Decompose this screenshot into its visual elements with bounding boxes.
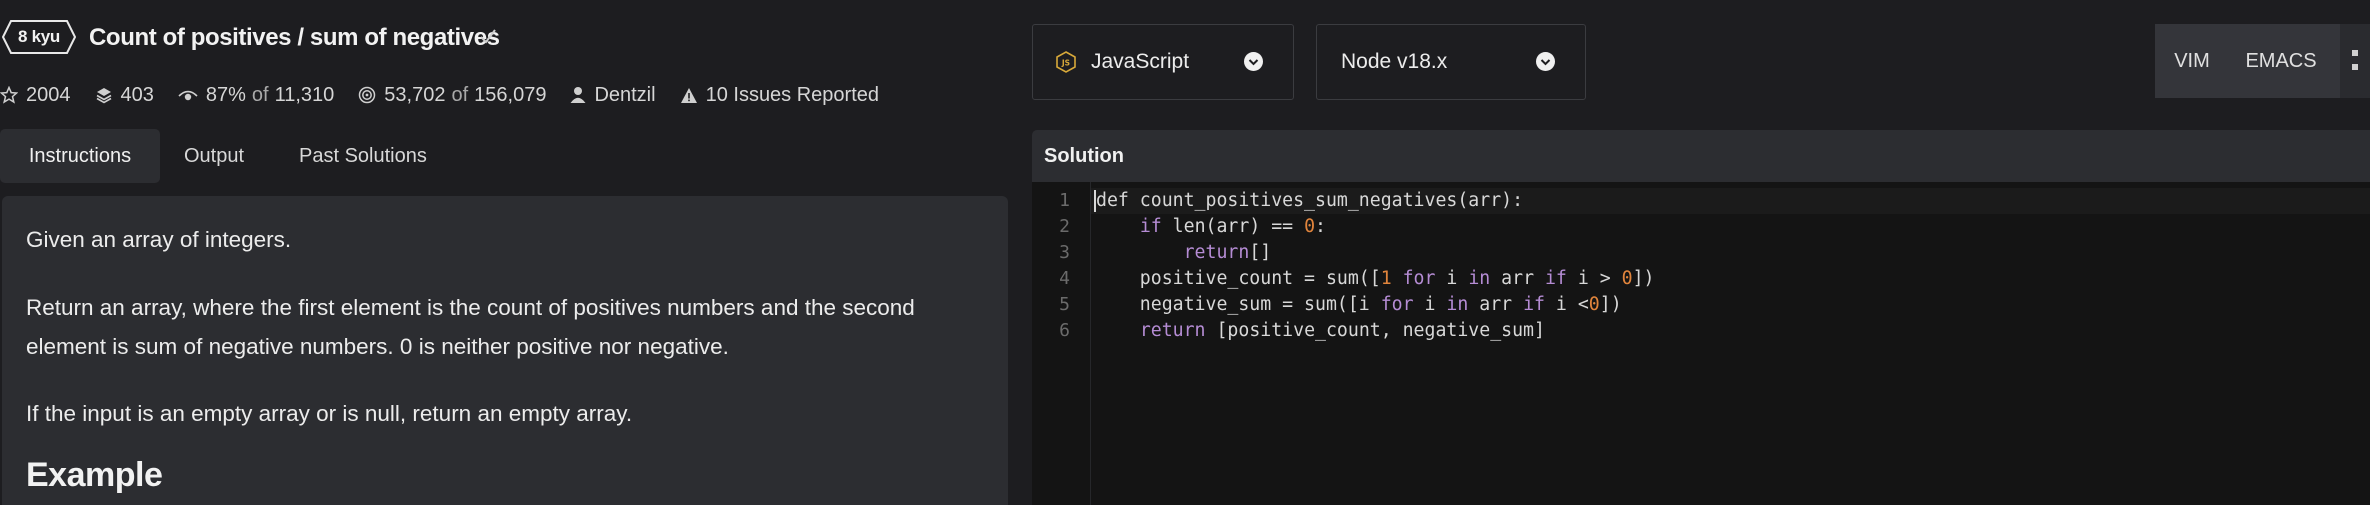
collections-count: 403 (120, 83, 154, 106)
satisfaction-votes: 11,310 (274, 83, 335, 106)
target-icon (359, 86, 376, 104)
code-token: arr (1490, 268, 1545, 289)
instructions-paragraph-3: If the input is an empty array or is nul… (26, 401, 633, 426)
issues-reported: 10 Issues Reported (705, 83, 880, 106)
author-name: Dentzil (594, 83, 656, 106)
code-line-2[interactable]: if len(arr) == 0: (1096, 214, 1326, 240)
code-token: len(arr) == (1161, 216, 1305, 237)
attempted-count: 156,079 (474, 83, 547, 106)
instructions-paragraph-1: Given an array of integers. (26, 227, 292, 252)
code-line-3[interactable]: return[] (1096, 240, 1272, 266)
kata-stats: 2004 403 87% of 11,310 53,702 of 156,079 (0, 80, 903, 110)
code-token: : (1315, 216, 1326, 237)
star-icon (0, 86, 18, 104)
completed-of: of (451, 83, 469, 106)
stat-author[interactable]: Dentzil (570, 83, 656, 107)
line-number: 5 (1059, 294, 1070, 315)
satisfaction-rate: 87% (205, 83, 246, 106)
code-token: if (1544, 268, 1567, 289)
language-select[interactable]: JS JavaScript (1032, 24, 1294, 100)
satisfaction-of: of (251, 83, 269, 106)
stat-completed: 53,702 of 156,079 (358, 84, 546, 107)
code-line-1[interactable]: def count_positives_sum_negatives(arr): (1096, 188, 1523, 214)
code-token: ]) (1632, 268, 1655, 289)
tab-instructions[interactable]: Instructions (0, 129, 160, 183)
runtime-value: Node v18.x (1341, 50, 1448, 73)
chevron-down-icon (1536, 52, 1555, 71)
code-token: ]) (1599, 294, 1622, 315)
code-token: i (1435, 268, 1469, 289)
line-number: 2 (1059, 216, 1070, 237)
code-token: for (1402, 268, 1436, 289)
code-line-5[interactable]: negative_sum = sum([i for i in arr if i … (1096, 292, 1622, 318)
code-token: 1 (1380, 268, 1392, 289)
code-token: in (1468, 268, 1491, 289)
more-options-button[interactable] (2340, 24, 2370, 98)
keybinding-toggle: VIM EMACS (2155, 24, 2370, 98)
javascript-icon: JS (1056, 51, 1076, 73)
rank-badge: 8 kyu (2, 20, 76, 54)
code-token: i > (1566, 268, 1622, 289)
solution-header: Solution (1032, 130, 2370, 182)
code-token: [positive_count, negative_sum] (1205, 320, 1545, 341)
stat-issues[interactable]: 10 Issues Reported (680, 84, 879, 107)
code-token: if (1523, 294, 1545, 315)
code-token: 0 (1304, 216, 1316, 237)
grid-icon (2352, 50, 2358, 70)
code-token: def count_positives_sum_negatives(arr): (1096, 190, 1524, 211)
code-line-6[interactable]: return [positive_count, negative_sum] (1096, 318, 1545, 344)
line-number: 3 (1059, 242, 1070, 263)
line-number: 6 (1059, 320, 1070, 341)
code-line-4[interactable]: positive_count = sum([1 for i in arr if … (1096, 266, 1655, 292)
eye-icon (178, 90, 198, 101)
tab-past-solutions[interactable]: Past Solutions (299, 129, 427, 183)
completed-count: 53,702 (384, 83, 446, 106)
stat-satisfaction: 87% of 11,310 (178, 84, 334, 107)
code-token: if (1139, 216, 1162, 237)
vim-button[interactable]: VIM (2155, 24, 2229, 98)
svg-text:JS: JS (1061, 59, 1070, 68)
code-token: return (1183, 242, 1250, 263)
warning-icon (680, 87, 697, 103)
code-token: [] (1249, 242, 1272, 263)
code-token: 0 (1621, 268, 1633, 289)
code-token: negative_sum = sum([i (1096, 294, 1381, 315)
emacs-button[interactable]: EMACS (2229, 24, 2333, 98)
rank-label: 8 kyu (18, 27, 60, 46)
code-token: arr (1468, 294, 1524, 315)
kata-title: Count of positives / sum of negatives (89, 24, 500, 51)
language-value: JavaScript (1091, 50, 1190, 73)
code-token: i (1413, 294, 1447, 315)
chevron-down-icon (1244, 52, 1263, 71)
stat-collections[interactable]: 403 (95, 84, 154, 107)
layers-icon (96, 88, 111, 104)
code-token: return (1139, 320, 1206, 341)
example-heading: Example (26, 456, 163, 494)
stars-count: 2004 (26, 83, 71, 106)
code-token: for (1380, 294, 1414, 315)
tab-output[interactable]: Output (184, 129, 244, 183)
code-token: in (1446, 294, 1469, 315)
instructions-paragraph-2: Return an array, where the first element… (26, 295, 915, 359)
line-number: 1 (1059, 190, 1070, 211)
code-token: i < (1544, 294, 1589, 315)
code-token: positive_count = sum([ (1096, 268, 1381, 289)
line-number: 4 (1059, 268, 1070, 289)
code-token: 0 (1588, 294, 1600, 315)
line-number-gutter: 1 2 3 4 5 6 (1032, 182, 1091, 505)
user-icon (570, 87, 586, 103)
check-icon (480, 29, 496, 44)
stat-stars[interactable]: 2004 (0, 84, 71, 107)
runtime-select[interactable]: Node v18.x (1316, 24, 1586, 100)
